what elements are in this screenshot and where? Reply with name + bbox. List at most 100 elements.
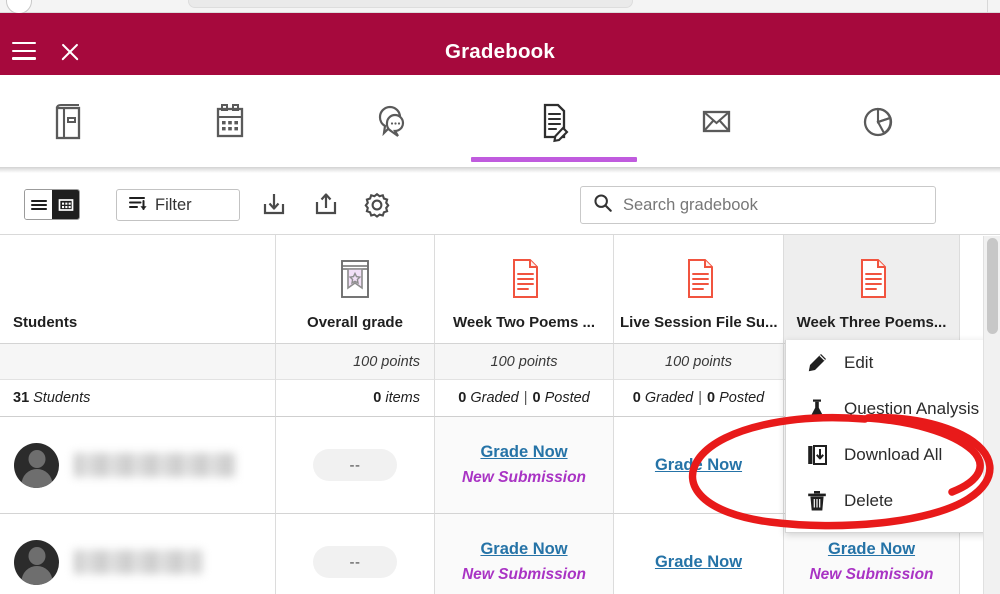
nav-item-messages[interactable] [656, 75, 776, 167]
download-icon[interactable] [256, 187, 292, 223]
summary-graded-count: 0 [632, 390, 641, 406]
summary-items-count: 0 [373, 390, 382, 406]
browser-chrome-divider [987, 0, 988, 13]
grade-now-link[interactable]: Grade Now [655, 553, 742, 572]
search-icon [593, 193, 613, 218]
student-name-redacted [74, 453, 236, 477]
column-header-assignment-2-label: Week Three Poems... [796, 314, 947, 331]
grid-view-icon[interactable] [52, 190, 79, 219]
column-header-students[interactable]: Students [0, 235, 276, 344]
summary-posted-word: Posted [719, 390, 765, 406]
summary-posted-count: 0 [707, 390, 716, 406]
column-header-overall-grade[interactable]: Overall grade [276, 235, 435, 344]
browser-url-bar [188, 0, 633, 8]
grade-now-link[interactable]: Grade Now [480, 443, 567, 462]
gradebook-app: Gradebook Filter Search gradebook Studen… [0, 0, 1000, 594]
grade-cell-assignment-1[interactable]: Grade Now [614, 514, 784, 594]
column-header-assignment-1[interactable]: Live Session File Su... [614, 235, 784, 344]
grade-cell-assignment-1[interactable]: Grade Now [614, 417, 784, 514]
column-header-overall-grade-label: Overall grade [307, 314, 403, 331]
view-mode-toggle [24, 189, 80, 220]
points-cell-students [0, 344, 276, 380]
nav-item-calendar[interactable] [170, 75, 290, 167]
summary-students: 31 Students [0, 380, 276, 417]
summary-graded-count: 0 [458, 390, 467, 406]
submission-status: New Submission [461, 469, 587, 486]
nav-item-discussions[interactable] [332, 75, 452, 167]
summary-students-count: 31 [13, 390, 30, 406]
overall-grade-value: -- [313, 449, 397, 481]
download-icon [804, 442, 830, 468]
column-header-assignment-2[interactable]: Week Three Poems... [784, 235, 960, 344]
column-context-menu: Edit Question Analysis Download All Dele… [785, 340, 1000, 533]
summary-graded-word: Graded [470, 390, 519, 406]
summary-separator: | [523, 390, 528, 406]
search-input[interactable] [623, 195, 925, 215]
student-cell[interactable] [0, 514, 276, 594]
nav-item-gradebook[interactable] [471, 75, 637, 167]
assignment-document-icon [850, 256, 894, 304]
overall-grade-book-icon [333, 256, 377, 304]
points-cell-assignment-1: 100 points [614, 344, 784, 380]
assignment-document-icon [502, 256, 546, 304]
summary-separator: | [698, 390, 702, 406]
summary-items-word: items [385, 390, 420, 406]
menu-item-edit-label: Edit [844, 353, 874, 372]
summary-items: 0 items [276, 380, 435, 417]
grade-cell-assignment-0[interactable]: Grade Now New Submission [435, 514, 614, 594]
menu-item-delete-label: Delete [844, 491, 894, 510]
student-cell[interactable] [0, 417, 276, 514]
grade-now-link[interactable]: Grade Now [655, 456, 742, 475]
summary-graded-word: Graded [644, 390, 694, 406]
trash-icon [804, 488, 830, 514]
summary-posted-count: 0 [532, 390, 541, 406]
menu-item-download-all[interactable]: Download All [786, 432, 999, 478]
vertical-scrollbar[interactable] [983, 236, 1000, 594]
browser-round-button [6, 0, 32, 14]
overall-grade-cell[interactable]: -- [276, 514, 435, 594]
assignment-document-icon [677, 256, 721, 304]
gradebook-document-pencil-icon [534, 101, 574, 143]
upload-icon[interactable] [308, 187, 344, 223]
summary-assignment-0: 0 Graded | 0 Posted [435, 380, 614, 417]
pencil-icon [804, 350, 830, 376]
scrollbar-thumb[interactable] [987, 238, 998, 334]
discussion-bubble-icon [372, 101, 412, 143]
filter-button-label: Filter [155, 195, 192, 214]
grade-now-link[interactable]: Grade Now [480, 540, 567, 559]
gear-icon[interactable] [359, 187, 395, 223]
page-title: Gradebook [444, 40, 555, 63]
active-tab-indicator [471, 157, 637, 162]
search-box[interactable] [580, 186, 936, 224]
avatar [14, 539, 59, 585]
list-view-icon[interactable] [25, 190, 52, 219]
grade-cell-assignment-0[interactable]: Grade Now New Submission [435, 417, 614, 514]
submission-status: New Submission [809, 566, 934, 583]
menu-item-question-analysis-label: Question Analysis [844, 399, 980, 418]
points-cell-assignment-0: 100 points [435, 344, 614, 380]
grade-now-link[interactable]: Grade Now [828, 540, 915, 559]
menu-item-download-all-label: Download All [844, 445, 943, 464]
filter-button[interactable]: Filter [116, 189, 240, 221]
nav-item-course[interactable] [8, 75, 128, 167]
overall-grade-cell[interactable]: -- [276, 417, 435, 514]
browser-chrome-strip [0, 0, 1000, 14]
column-header-students-label: Students [13, 314, 78, 331]
menu-item-edit[interactable]: Edit [786, 340, 999, 386]
nav-item-reports[interactable] [818, 75, 938, 167]
app-title-bar: Gradebook [0, 13, 1000, 75]
envelope-icon [696, 101, 736, 143]
menu-item-question-analysis[interactable]: Question Analysis [786, 386, 999, 432]
gradebook-toolbar: Filter [0, 173, 1000, 235]
points-cell-overall: 100 points [276, 344, 435, 380]
column-header-assignment-0-label: Week Two Poems ... [453, 314, 595, 331]
summary-students-word: Students [33, 390, 91, 406]
flask-icon [804, 396, 830, 422]
overall-grade-value: -- [313, 546, 397, 578]
menu-item-delete[interactable]: Delete [786, 478, 999, 524]
column-header-assignment-0[interactable]: Week Two Poems ... [435, 235, 614, 344]
submission-status: New Submission [461, 566, 587, 583]
student-name-redacted [74, 550, 202, 574]
calendar-icon [210, 101, 250, 143]
course-book-icon [48, 101, 88, 143]
